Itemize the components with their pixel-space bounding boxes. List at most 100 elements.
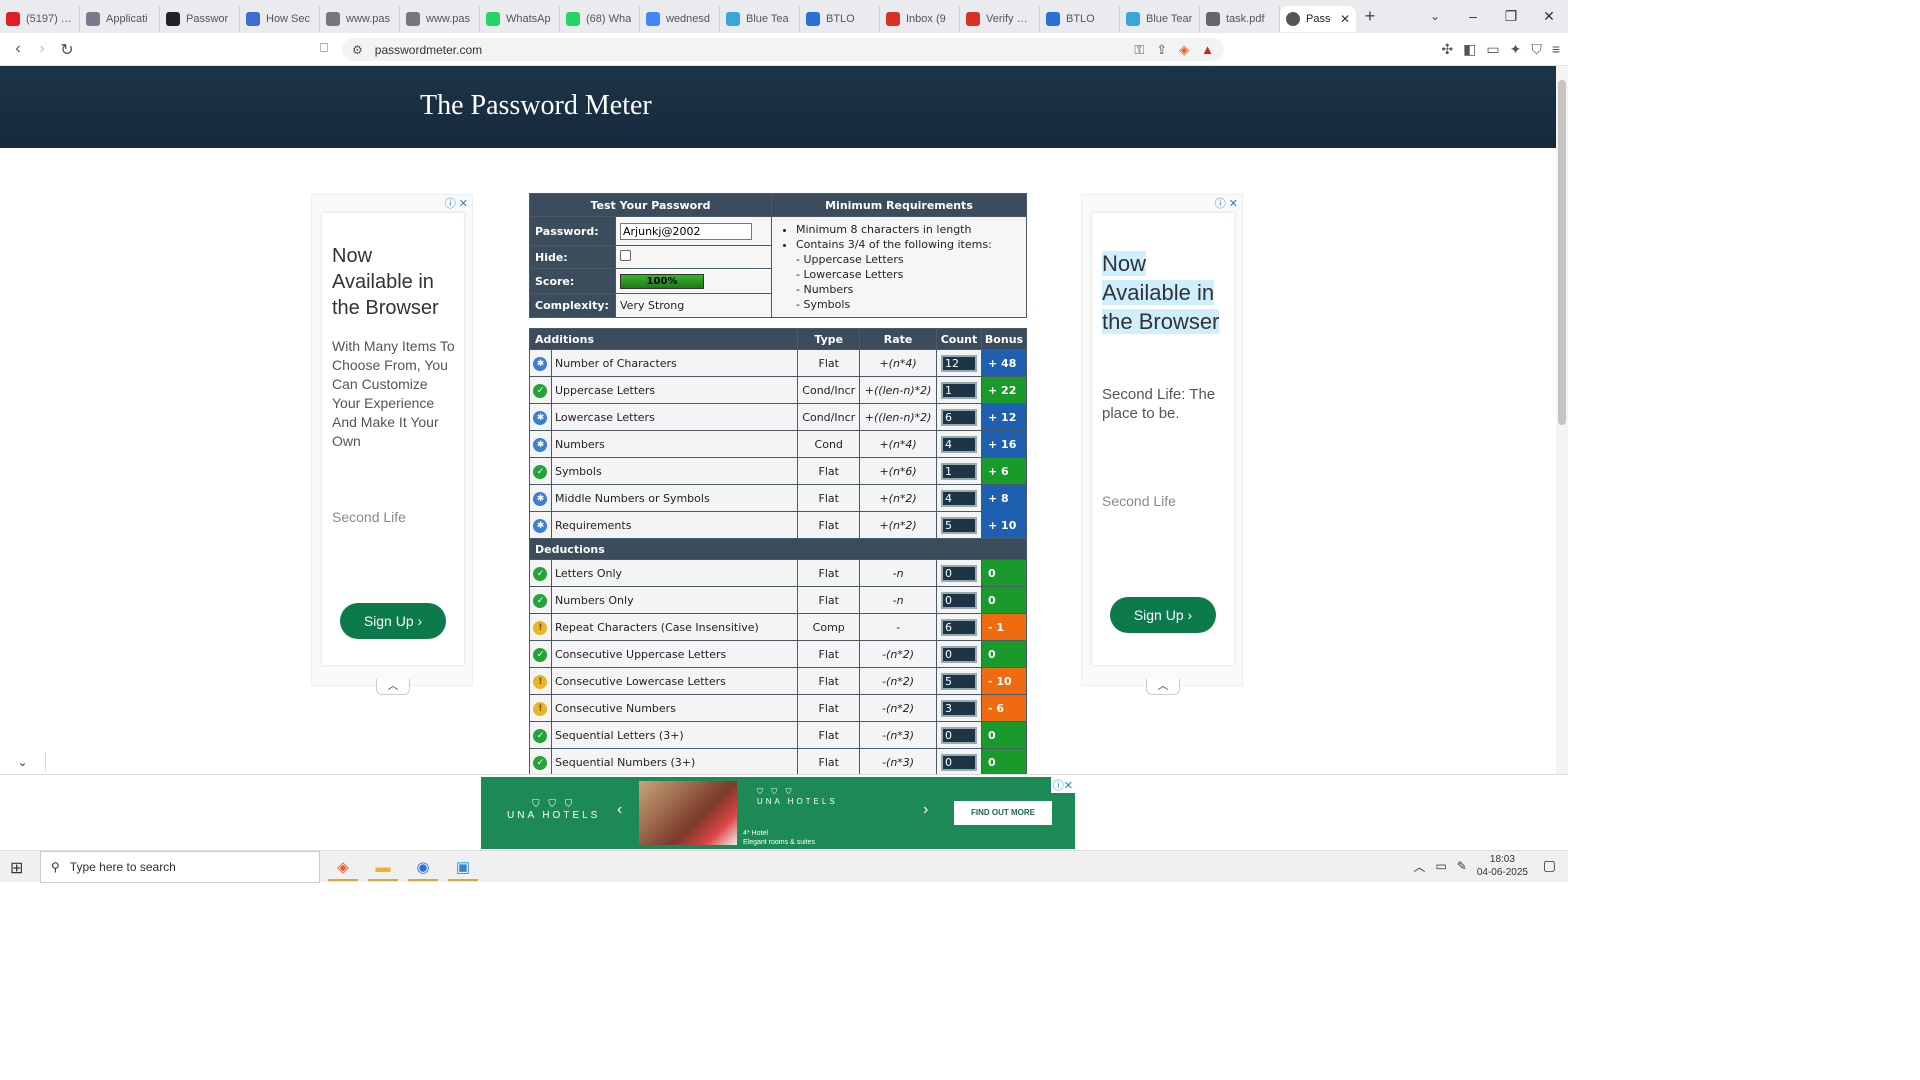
page-scrollbar[interactable] <box>1556 66 1568 774</box>
tab-label: Blue Tear <box>1146 12 1193 25</box>
hotel-brand-2: ⛉ ⛉ ⛉ UNA HOTELS <box>757 787 838 806</box>
network-icon[interactable]: ▭ <box>1435 859 1446 873</box>
hide-checkbox[interactable] <box>620 250 631 261</box>
deductions-rows: ✓ Letters Only Flat -n 0 0 ✓ Numbers Only Flat -n… <box>529 559 1027 774</box>
tab-favicon-icon <box>1126 11 1140 26</box>
browser-tab[interactable]: (68) Wha <box>560 5 640 32</box>
rule-name: Symbols <box>550 457 799 485</box>
tab-active-label: Pass <box>1306 12 1331 25</box>
scrollbar-thumb[interactable] <box>1558 80 1566 425</box>
password-input[interactable] <box>620 222 752 240</box>
browser-tab[interactable]: Blue Tear <box>1120 5 1200 32</box>
share-icon[interactable]: ⇪ <box>1156 42 1167 58</box>
tab-label: How Sec <box>266 12 311 25</box>
new-tab-button[interactable]: + <box>1356 6 1384 27</box>
left-ad-card[interactable]: Now Available in the Browser With Many I… <box>322 213 464 665</box>
rule-type: Flat <box>797 640 861 668</box>
brave-shield-icon[interactable]: ◈ <box>1179 42 1189 58</box>
left-ad-signup-button[interactable]: Sign Up › <box>340 603 446 639</box>
vpn-icon[interactable]: ⛉ <box>1531 41 1542 58</box>
additions-rows: ✱ Number of Characters Flat +(n*4) 12 + 48 ✓ Up… <box>529 349 1027 539</box>
tab-favicon-icon <box>86 11 100 26</box>
sidebar-icon[interactable]: ◧ <box>1463 41 1476 58</box>
find-out-more-button[interactable]: FIND OUT MORE <box>954 801 1052 825</box>
rule-type: Flat <box>797 511 861 539</box>
back-icon[interactable]: ‹ <box>8 40 28 58</box>
url-text[interactable]: passwordmeter.com <box>375 43 482 57</box>
collapse-ad-icon-right[interactable]: ︿ <box>1146 679 1180 695</box>
browser-tab[interactable]: Passwor <box>160 5 240 32</box>
photos-taskbar-icon[interactable]: ▣ <box>448 855 478 881</box>
rule-count-cell: 0 <box>936 640 982 668</box>
browser-tab[interactable]: BTLO <box>800 5 880 32</box>
minimize-button[interactable]: – <box>1454 0 1492 33</box>
forward-icon[interactable]: › <box>32 40 52 58</box>
right-ad-headline: Now Available in the Browser <box>1102 249 1226 336</box>
info-icon: ✱ <box>533 410 548 425</box>
right-ad-signup-button[interactable]: Sign Up › <box>1110 597 1216 633</box>
bookmark-icon[interactable]: ⎕ <box>314 40 334 56</box>
rule-count-cell: 12 <box>936 349 982 377</box>
next-arrow-icon[interactable]: › <box>923 801 928 819</box>
reload-icon[interactable]: ↻ <box>57 40 77 60</box>
prev-arrow-icon[interactable]: ‹ <box>617 801 622 819</box>
chevron-up-icon[interactable]: ︿ <box>1413 858 1425 875</box>
rule-row: ✓ Sequential Numbers (3+) Flat -(n*3) 0 0 <box>529 748 1027 774</box>
rule-name: Numbers <box>550 430 799 458</box>
site-info-icon[interactable]: ⚙ <box>352 43 363 57</box>
windows-start-icon[interactable]: ⊞ <box>10 858 23 878</box>
browser-tab[interactable]: www.pas <box>400 5 480 32</box>
extensions-icon[interactable]: ✣ <box>1441 41 1453 58</box>
tab-active[interactable]: Pass ✕ <box>1280 5 1356 32</box>
rule-row: ! Repeat Characters (Case Insensitive) Com… <box>529 613 1027 641</box>
browser-tab[interactable]: (5197) Yo <box>0 5 80 32</box>
pen-icon[interactable]: ✎ <box>1457 859 1467 873</box>
wallet-icon[interactable]: ▭ <box>1486 41 1499 58</box>
right-ad-signup-label: Sign Up <box>1133 607 1184 623</box>
brave-rewards-icon[interactable]: ▲ <box>1201 42 1214 58</box>
browser-tab[interactable]: Verify Em <box>960 5 1040 32</box>
warning-icon: ! <box>533 620 548 635</box>
status-cell: ✱ <box>529 484 552 512</box>
close-window-button[interactable]: ✕ <box>1530 0 1568 33</box>
rule-count: 6 <box>941 618 977 636</box>
file-explorer-taskbar-icon[interactable]: ▬ <box>368 855 398 881</box>
browser-tab[interactable]: Applicati <box>80 5 160 32</box>
browser-tab[interactable]: BTLO <box>1040 5 1120 32</box>
ad-choices-icon[interactable]: ⓘ ✕ <box>445 195 468 211</box>
menu-icon[interactable]: ≡ <box>1552 41 1560 58</box>
browser-tab[interactable]: How Sec <box>240 5 320 32</box>
warning-icon: ! <box>533 701 548 716</box>
rule-row: ✱ Middle Numbers or Symbols Flat +(n*2) 4 + 8 <box>529 484 1027 512</box>
right-ad-card[interactable]: Now Available in the Browser Second Life… <box>1092 213 1234 665</box>
rule-count: 5 <box>941 672 977 690</box>
ad-choices-icon-right[interactable]: ⓘ ✕ <box>1215 195 1238 211</box>
hide-label: Hide: <box>529 245 616 269</box>
brave-taskbar-icon[interactable]: ◈ <box>328 855 358 881</box>
browser-tab[interactable]: Blue Tea <box>720 5 800 32</box>
app-taskbar-icon[interactable]: ◉ <box>408 855 438 881</box>
browser-tab[interactable]: task.pdf <box>1200 5 1280 32</box>
rule-count-cell: 1 <box>936 376 982 404</box>
rule-count-cell: 6 <box>936 613 982 641</box>
notification-icon[interactable]: ▢ <box>1543 857 1556 874</box>
address-bar[interactable]: ⚙ passwordmeter.com ⚿ ⇪ ◈ ▲ <box>342 38 1224 61</box>
browser-tab[interactable]: Inbox (9 <box>880 5 960 32</box>
leo-ai-icon[interactable]: ✦ <box>1510 41 1522 58</box>
browser-tab[interactable]: wednesd <box>640 5 720 32</box>
chevron-down-icon[interactable]: ⌄ <box>0 752 46 772</box>
key-icon[interactable]: ⚿ <box>1134 42 1144 58</box>
taskbar-search[interactable]: ⚲ Type here to search <box>40 851 320 883</box>
browser-tab[interactable]: www.pas <box>320 5 400 32</box>
close-tab-icon[interactable]: ✕ <box>1340 12 1350 26</box>
restore-button[interactable]: ❐ <box>1492 0 1530 33</box>
search-icon: ⚲ <box>51 860 60 874</box>
browser-tab[interactable]: WhatsAp <box>480 5 560 32</box>
clock[interactable]: 18:03 04-06-2025 <box>1477 853 1528 879</box>
requirement-subitem: - Lowercase Letters <box>796 268 904 281</box>
ad-close-icon[interactable]: ⓘ✕ <box>1050 777 1075 793</box>
tab-search-icon[interactable]: ⌄ <box>1420 0 1450 33</box>
collapse-ad-icon[interactable]: ︿ <box>376 679 410 695</box>
hotel-ad[interactable]: ⛉ ⛉ ⛉ UNA HOTELS ‹ ⛉ ⛉ ⛉ UNA HOTELS 4* Hot… <box>481 777 1075 849</box>
hotel-brand-2-text: UNA HOTELS <box>757 797 838 806</box>
